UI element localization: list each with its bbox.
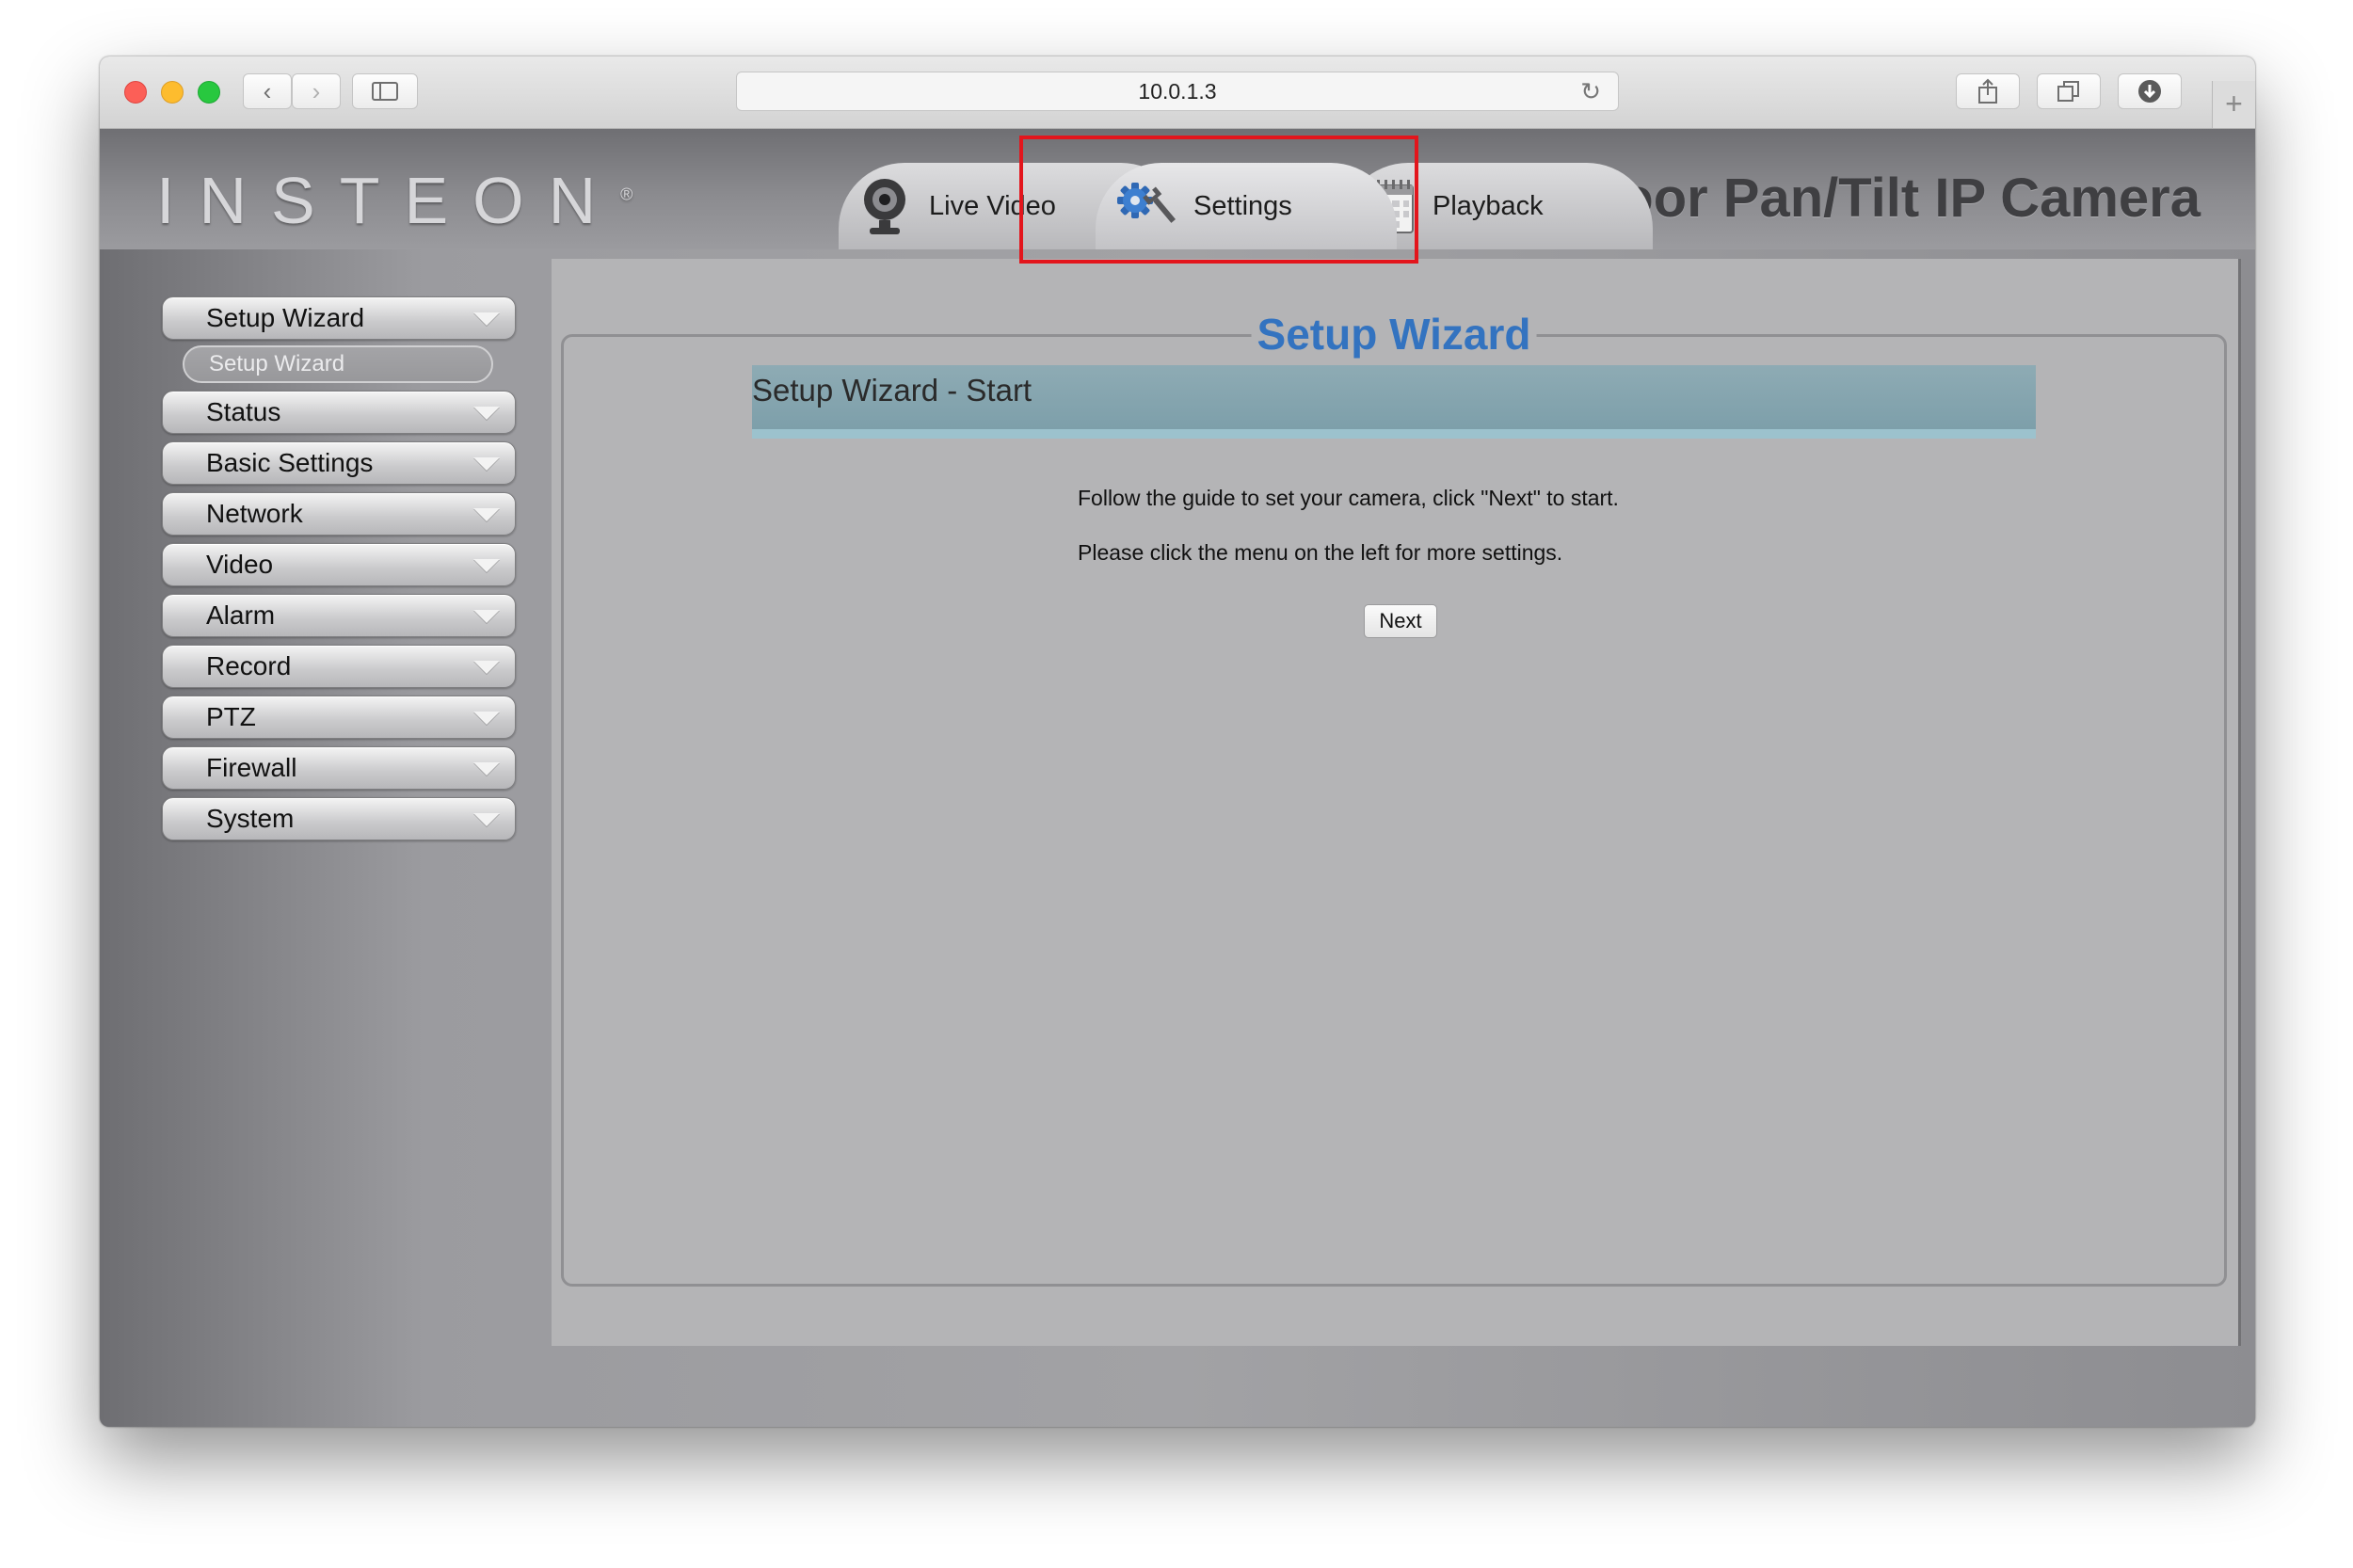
chevron-down-icon: [473, 762, 500, 776]
chevron-down-icon: [473, 661, 500, 674]
share-button[interactable]: [1956, 73, 2020, 109]
chevron-down-icon: [473, 712, 500, 725]
page-title: Setup Wizard: [1251, 309, 1537, 360]
camera-app-body: Setup Wizard Setup Wizard Status Basic S…: [100, 249, 2255, 1427]
setup-wizard-panel: Setup Wizard Setup Wizard - Start Follow…: [561, 309, 2227, 1287]
downloads-button[interactable]: [2118, 73, 2182, 109]
show-sidebar-button[interactable]: [352, 73, 418, 109]
webcam-icon: [864, 179, 905, 234]
chevron-down-icon: [473, 508, 500, 521]
sidebar-item-ptz[interactable]: PTZ: [162, 696, 516, 739]
sidebar-item-basic-settings[interactable]: Basic Settings: [162, 441, 516, 485]
chevron-down-icon: [473, 559, 500, 572]
chevron-right-icon: ›: [312, 76, 321, 105]
new-tab-button[interactable]: +: [2212, 81, 2255, 128]
sidebar-item-status[interactable]: Status: [162, 391, 516, 434]
section-title: Setup Wizard - Start: [752, 373, 1032, 408]
section-banner: Setup Wizard - Start: [752, 365, 2036, 439]
tab-overview-button[interactable]: [2037, 73, 2101, 109]
settings-content: Setup Wizard Setup Wizard - Start Follow…: [552, 259, 2241, 1346]
chevron-left-icon: ‹: [263, 76, 272, 105]
forward-button[interactable]: ›: [292, 73, 341, 109]
tabs-icon: [2057, 81, 2079, 102]
plus-icon: +: [2225, 87, 2243, 120]
chevron-down-icon: [473, 312, 500, 326]
sidebar-item-network[interactable]: Network: [162, 492, 516, 536]
sidebar-item-setup-wizard[interactable]: Setup Wizard: [162, 296, 516, 340]
download-icon: [2138, 80, 2161, 103]
chevron-down-icon: [473, 813, 500, 826]
share-icon: [1978, 78, 1997, 104]
sidebar-item-video[interactable]: Video: [162, 543, 516, 586]
settings-sidebar: Setup Wizard Setup Wizard Status Basic S…: [162, 296, 516, 848]
back-button[interactable]: ‹: [243, 73, 292, 109]
instruction-text-start: Follow the guide to set your camera, cli…: [1078, 486, 1619, 510]
instruction-text-menu: Please click the menu on the left for mo…: [1078, 540, 1563, 565]
zoom-window-button[interactable]: [198, 81, 220, 104]
close-window-button[interactable]: [124, 81, 147, 104]
settings-tab-highlight: [1019, 136, 1418, 264]
sidebar-item-alarm[interactable]: Alarm: [162, 594, 516, 637]
minimize-window-button[interactable]: [161, 81, 184, 104]
tab-playback-label: Playback: [1433, 190, 1544, 221]
browser-window: ‹ › 10.0.1.3 ↻ + INSTEON® Indoor Pan/Til…: [100, 56, 2255, 1427]
sidebar-icon: [372, 82, 398, 101]
chevron-down-icon: [473, 610, 500, 623]
url-text: 10.0.1.3: [1138, 79, 1217, 104]
chevron-down-icon: [473, 407, 500, 420]
address-bar[interactable]: 10.0.1.3 ↻: [736, 72, 1619, 111]
chevron-down-icon: [473, 457, 500, 471]
reload-icon[interactable]: ↻: [1580, 72, 1601, 110]
sidebar-subitem-setup-wizard[interactable]: Setup Wizard: [183, 345, 493, 383]
sidebar-item-firewall[interactable]: Firewall: [162, 746, 516, 790]
browser-toolbar: ‹ › 10.0.1.3 ↻ +: [100, 56, 2255, 129]
next-button[interactable]: Next: [1364, 604, 1437, 638]
sidebar-item-system[interactable]: System: [162, 797, 516, 840]
sidebar-item-record[interactable]: Record: [162, 645, 516, 688]
